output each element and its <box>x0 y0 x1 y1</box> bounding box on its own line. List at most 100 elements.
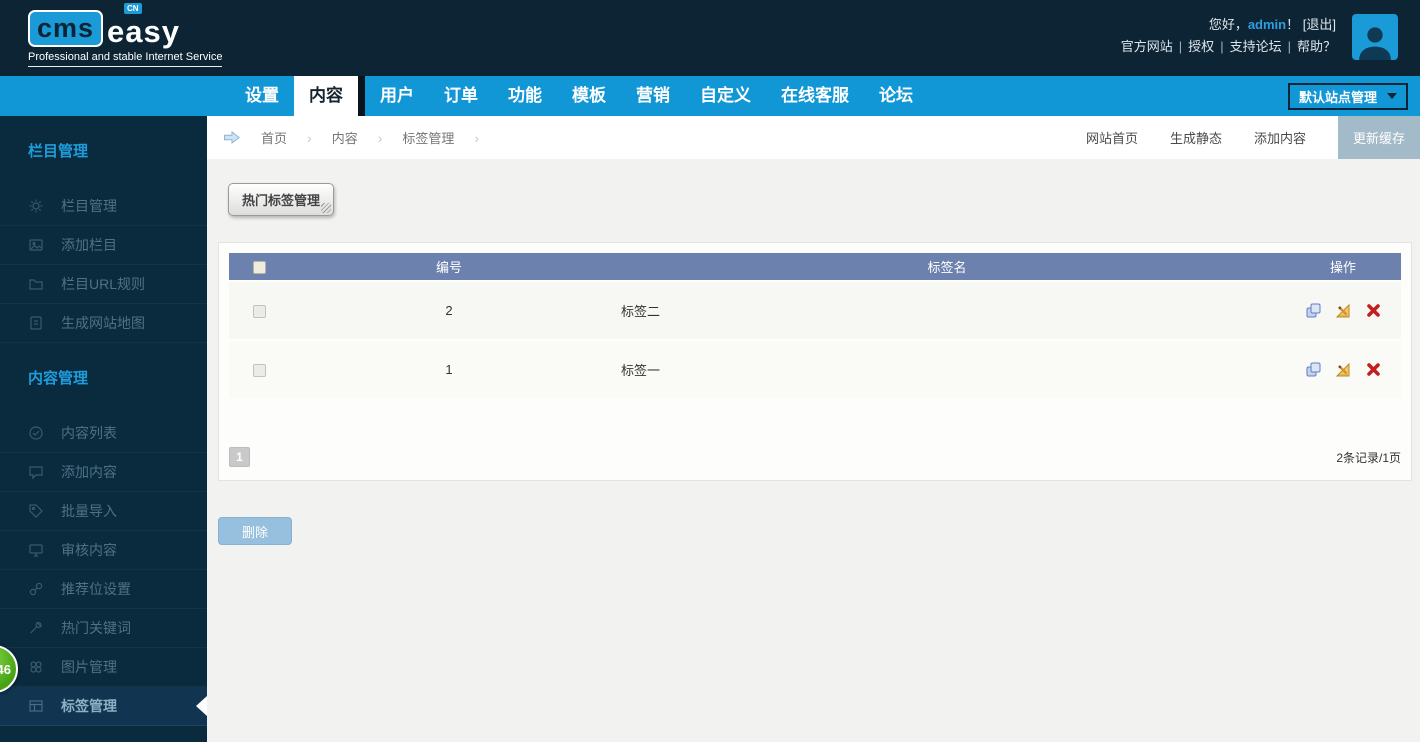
tab-settings[interactable]: 设置 <box>230 76 294 116</box>
tab-marketing[interactable]: 营销 <box>621 76 685 116</box>
sidebar-section-column-mgmt: 栏目管理 <box>28 143 89 160</box>
tab-custom[interactable]: 自定义 <box>685 76 766 116</box>
cell-id: 2 <box>445 303 453 318</box>
home-arrow-icon <box>224 130 241 145</box>
tab-forum[interactable]: 论坛 <box>864 76 928 116</box>
sidebar-item-label: 热门关键词 <box>61 620 131 636</box>
delete-icon[interactable] <box>1366 362 1381 377</box>
hot-tags-manage-button[interactable]: 热门标签管理 <box>228 183 335 216</box>
logo-cms-text: cms <box>28 9 104 47</box>
sidebar-item-add-content[interactable]: 添加内容 <box>0 453 207 492</box>
sidebar-item-label: 添加内容 <box>61 464 117 480</box>
site-selector-dropdown[interactable]: 默认站点管理 <box>1287 82 1408 110</box>
check-circle-icon <box>29 426 43 440</box>
sidebar-item-tag-manage[interactable]: 标签管理 <box>0 687 207 726</box>
record-summary: 2条记录/1页 <box>1336 450 1401 465</box>
breadcrumb-bar: 首页 › 内容 › 标签管理 › 网站首页 生成静态 添加内容 更新缓存 <box>207 116 1420 159</box>
table-header-row: 编号 标签名 操作 <box>229 253 1401 280</box>
sidebar-item-label: 内容列表 <box>61 425 117 441</box>
refresh-cache-button[interactable]: 更新缓存 <box>1337 116 1420 159</box>
active-item-arrow <box>196 696 207 716</box>
chevron-down-icon <box>1387 93 1397 99</box>
sidebar-item-label: 添加栏目 <box>61 237 117 253</box>
row-checkbox[interactable] <box>252 364 266 378</box>
sidebar-item-column-url-rules[interactable]: 栏目URL规则 <box>0 265 207 304</box>
select-all-checkbox[interactable] <box>252 261 266 275</box>
sidebar-item-content-list[interactable]: 内容列表 <box>0 414 207 453</box>
logo-easy-text: easy <box>107 13 181 49</box>
person-icon <box>1359 27 1391 60</box>
tab-users[interactable]: 用户 <box>365 76 429 116</box>
image-icon <box>29 239 43 251</box>
sidebar-item-label: 栏目管理 <box>61 198 117 214</box>
content-area: 热门标签管理 编号 标签名 操作 2 标签二 1 标签一 1 2条记录/1页 删… <box>207 159 1420 545</box>
header-id: 编号 <box>435 260 462 275</box>
header-actions: 操作 <box>1329 260 1356 275</box>
add-content-link[interactable]: 添加内容 <box>1254 128 1306 147</box>
breadcrumb-tag-manage[interactable]: 标签管理 <box>402 128 454 147</box>
site-home-link[interactable]: 网站首页 <box>1086 128 1138 147</box>
header-tag-name: 标签名 <box>927 260 967 275</box>
sidebar-item-label: 推荐位设置 <box>61 581 131 597</box>
tag-icon <box>29 504 43 518</box>
greeting-line: 您好，admin！ [退出] <box>1121 14 1336 36</box>
tags-table: 编号 标签名 操作 2 标签二 1 标签一 1 2条记录/1页 <box>218 242 1412 481</box>
edit-icon[interactable] <box>1335 303 1353 319</box>
sidebar-item-column-manage[interactable]: 栏目管理 <box>0 187 207 226</box>
top-header: cms CN easy Professional and stable Inte… <box>0 0 1420 76</box>
copy-icon[interactable] <box>1305 361 1322 378</box>
cell-id: 1 <box>445 362 453 377</box>
sidebar-item-review-content[interactable]: 审核内容 <box>0 531 207 570</box>
breadcrumb-chevron: › <box>474 129 480 146</box>
quick-actions: 网站首页 生成静态 添加内容 更新缓存 <box>1086 116 1420 159</box>
sidebar-item-add-column[interactable]: 添加栏目 <box>0 226 207 265</box>
logout-link[interactable]: [退出] <box>1303 17 1336 32</box>
tab-content[interactable]: 内容 <box>294 76 358 116</box>
sidebar-item-label: 图片管理 <box>61 659 117 675</box>
cmseasy-logo[interactable]: cms CN easy Professional and stable Inte… <box>28 2 223 67</box>
tab-templates[interactable]: 模板 <box>557 76 621 116</box>
folder-icon <box>29 279 43 290</box>
page-number-button[interactable]: 1 <box>229 447 250 467</box>
sidebar-item-recommend-position[interactable]: 推荐位设置 <box>0 570 207 609</box>
pagination: 1 2条记录/1页 <box>229 446 1401 468</box>
support-forum-link[interactable]: 支持论坛 <box>1230 39 1282 54</box>
tab-online-service[interactable]: 在线客服 <box>766 76 864 116</box>
sidebar-item-label: 栏目URL规则 <box>61 276 146 292</box>
delete-icon[interactable] <box>1366 303 1381 318</box>
tab-orders[interactable]: 订单 <box>429 76 493 116</box>
tab-features[interactable]: 功能 <box>493 76 557 116</box>
header-links: 官方网站 | 授权 | 支持论坛 | 帮助？ <box>1121 36 1336 58</box>
sidebar-item-label: 批量导入 <box>61 503 117 519</box>
generate-static-link[interactable]: 生成静态 <box>1170 128 1222 147</box>
gallery-icon <box>30 661 42 673</box>
greeting-prefix: 您好， <box>1208 17 1248 32</box>
row-checkbox[interactable] <box>252 305 266 319</box>
breadcrumb-content[interactable]: 内容 <box>332 128 358 147</box>
breadcrumb-chevron: › <box>307 129 312 146</box>
delete-button[interactable]: 删除 <box>218 517 292 545</box>
gear-icon <box>29 199 43 213</box>
link-separator: | <box>1220 39 1224 54</box>
sidebar-item-image-manage[interactable]: 图片管理 <box>0 648 207 687</box>
help-link[interactable]: 帮助？ <box>1297 39 1336 54</box>
breadcrumb-chevron: › <box>377 129 383 146</box>
sidebar-item-generate-sitemap[interactable]: 生成网站地图 <box>0 304 207 343</box>
user-area: 您好，admin！ [退出] 官方网站 | 授权 | 支持论坛 | 帮助？ <box>1121 14 1336 58</box>
sidebar-item-batch-import[interactable]: 批量导入 <box>0 492 207 531</box>
sidebar: 栏目管理 栏目管理 添加栏目 栏目URL规则 生成网站地图 内容管理 内容列表 … <box>0 116 207 742</box>
site-selector-label: 默认站点管理 <box>1298 89 1377 105</box>
copy-icon[interactable] <box>1305 302 1322 319</box>
edit-icon[interactable] <box>1335 362 1353 378</box>
sidebar-item-hot-keywords[interactable]: 热门关键词 <box>0 609 207 648</box>
breadcrumb: 首页 › 内容 › 标签管理 › <box>223 128 479 147</box>
license-link[interactable]: 授权 <box>1188 39 1214 54</box>
sidebar-item-label: 生成网站地图 <box>61 315 145 331</box>
nav-active-shadow <box>358 76 365 116</box>
cell-tag-name: 标签二 <box>621 304 661 319</box>
tags-icon <box>29 700 43 712</box>
user-avatar[interactable] <box>1352 14 1398 60</box>
greeting-suffix: ！ <box>1286 17 1300 32</box>
official-site-link[interactable]: 官方网站 <box>1121 39 1173 54</box>
breadcrumb-home[interactable]: 首页 <box>261 128 287 147</box>
